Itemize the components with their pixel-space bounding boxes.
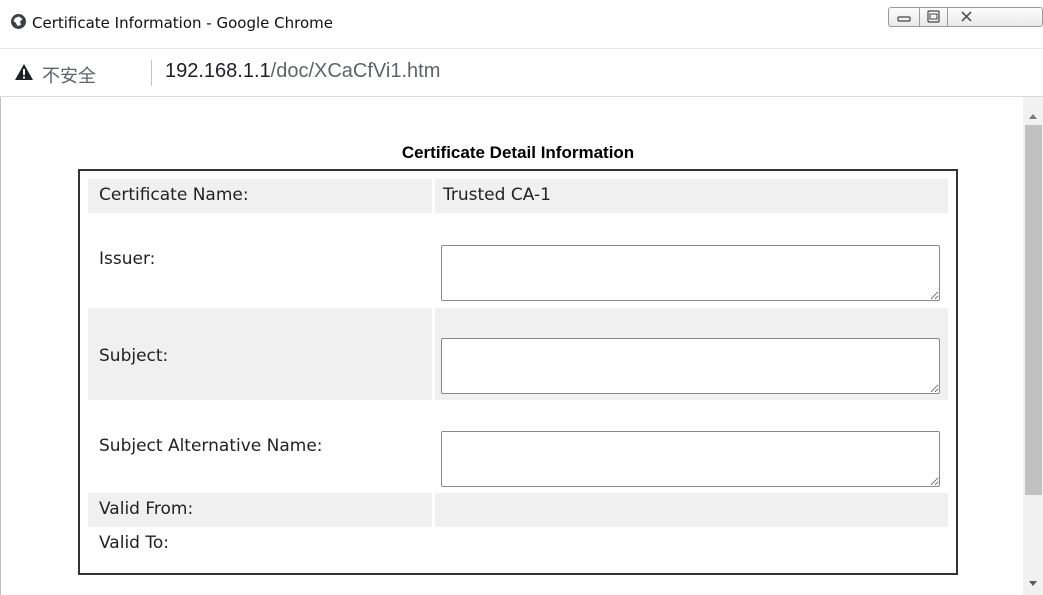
valid-from-label: Valid From: (99, 499, 194, 519)
url-text[interactable]: 192.168.1.1/doc/XCaCfVi1.htm (165, 60, 440, 83)
value-cell (435, 400, 948, 493)
label-cell: Certificate Name: (88, 179, 432, 213)
value-cell (435, 493, 948, 527)
security-status-label[interactable]: 不安全 (42, 62, 96, 88)
label-cell: Subject Alternative Name: (88, 400, 432, 493)
close-icon (961, 11, 972, 22)
issuer-textarea[interactable] (441, 245, 940, 301)
certificate-detail-panel: Certificate Name: Trusted CA-1 Issuer: S… (78, 169, 958, 575)
subject-alternative-name-label: Subject Alternative Name: (99, 436, 323, 456)
page-title: Certificate Detail Information (401, 143, 635, 162)
arrow-up-icon[interactable] (1028, 105, 1038, 124)
warning-triangle-icon[interactable] (14, 61, 34, 87)
row-issuer: Issuer: (88, 213, 948, 308)
maximize-icon (927, 10, 940, 23)
url-path: /doc/XCaCfVi1.htm (270, 60, 441, 82)
subject-alternative-name-textarea[interactable] (441, 431, 940, 487)
minimize-button[interactable] (888, 7, 920, 27)
value-cell (435, 308, 948, 400)
certificate-name-label: Certificate Name: (99, 185, 249, 205)
label-cell: Valid From: (88, 493, 432, 527)
close-button[interactable] (947, 7, 1043, 27)
maximize-button[interactable] (919, 7, 948, 27)
window-controls (888, 7, 1043, 29)
label-cell: Subject: (88, 308, 432, 400)
label-cell: Valid To: (88, 527, 432, 561)
row-valid-from: Valid From: (88, 493, 948, 527)
minimize-icon (897, 16, 911, 22)
vertical-scrollbar[interactable] (1023, 97, 1043, 595)
window-titlebar: Certificate Information - Google Chrome (0, 0, 1043, 49)
value-cell (435, 213, 948, 308)
url-host: 192.168.1.1 (165, 60, 271, 82)
subject-textarea[interactable] (441, 338, 940, 394)
row-subject-alternative-name: Subject Alternative Name: (88, 400, 948, 493)
row-certificate-name: Certificate Name: Trusted CA-1 (88, 179, 948, 213)
arrow-down-icon[interactable] (1028, 573, 1038, 592)
address-bar[interactable]: 不安全 192.168.1.1/doc/XCaCfVi1.htm (0, 52, 1043, 97)
value-cell (435, 527, 948, 561)
address-separator (151, 60, 152, 86)
row-subject: Subject: (88, 308, 948, 400)
valid-to-label: Valid To: (99, 533, 169, 553)
window-title: Certificate Information - Google Chrome (32, 14, 333, 32)
issuer-label: Issuer: (99, 249, 156, 269)
label-cell: Issuer: (88, 213, 432, 308)
chrome-globe-icon (10, 13, 27, 34)
subject-label: Subject: (99, 346, 169, 366)
row-valid-to: Valid To: (88, 527, 948, 561)
value-cell: Trusted CA-1 (435, 179, 948, 213)
scrollbar-thumb[interactable] (1025, 125, 1042, 495)
certificate-name-value: Trusted CA-1 (443, 185, 551, 205)
